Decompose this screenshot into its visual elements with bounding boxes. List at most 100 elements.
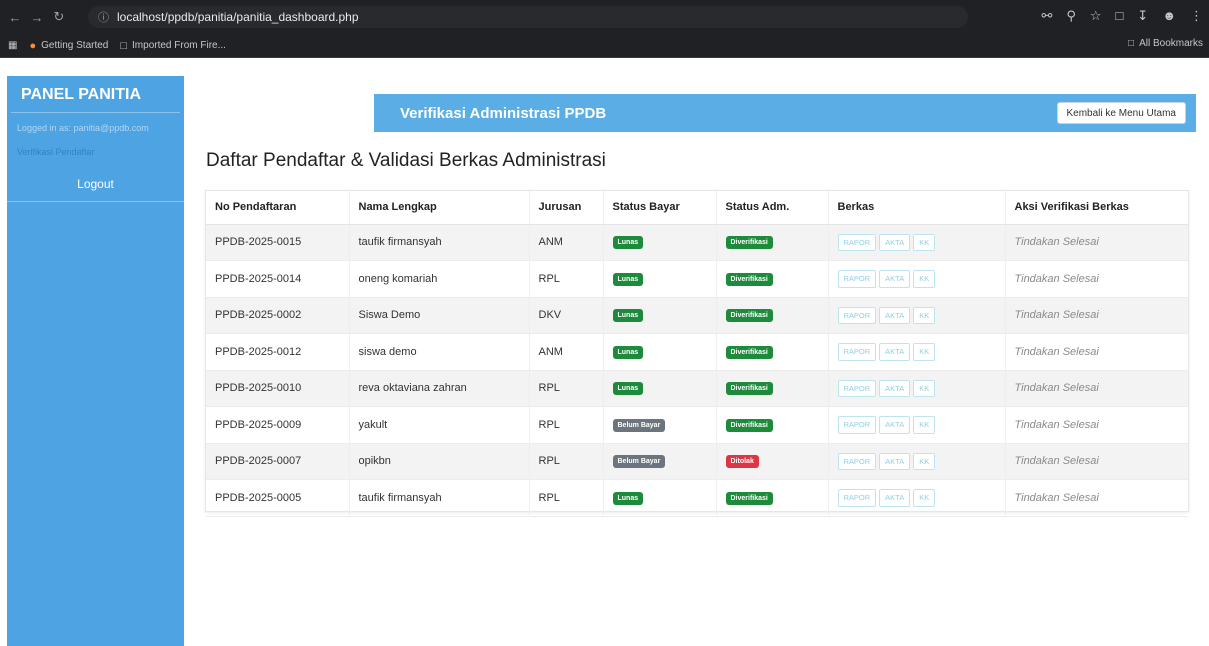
apps-icon[interactable]: ▦ <box>8 40 17 51</box>
akta-button[interactable]: AKTA <box>879 489 911 507</box>
cell-nama: oneng komariah <box>349 260 530 298</box>
akta-button[interactable]: AKTA <box>879 306 911 324</box>
cell-status-adm: Diverifikasi <box>716 370 829 407</box>
browser-toolbar: ← → ↻ ⓘ localhost/ppdb/panitia/panitia_d… <box>0 0 1209 34</box>
cell-aksi: Tindakan Selesai <box>1005 370 1188 407</box>
menu-icon[interactable]: ⋮ <box>1190 8 1203 24</box>
folder-icon: □ <box>120 39 128 52</box>
table-row: PPDB-2025-0005 taufik firmansyah RPL Lunas D… <box>206 479 1188 517</box>
reload-icon[interactable]: ↻ <box>48 9 70 25</box>
page-title: Daftar Pendaftar & Validasi Berkas Admin… <box>206 150 606 171</box>
status-adm-badge: Ditolak <box>725 455 759 469</box>
cell-nama: reva oktaviana zahran <box>349 370 530 407</box>
sidebar-item-verifikasi[interactable]: Verifikasi Pendaftar <box>7 133 184 157</box>
table-row: PPDB-2025-0002 Siswa Demo DKV Lunas Diverifi… <box>206 297 1188 334</box>
back-arrow-icon[interactable]: ← <box>4 10 26 25</box>
site-info-icon[interactable]: ⓘ <box>98 9 109 25</box>
cell-jurusan: RPL <box>529 406 604 444</box>
cell-jurusan: RPL <box>529 370 604 407</box>
kk-button[interactable]: KK <box>913 270 936 288</box>
cell-jurusan: RPL <box>529 260 604 298</box>
bookmark-imported[interactable]: □ Imported From Fire... <box>120 40 226 52</box>
all-bookmarks[interactable]: □ All Bookmarks <box>1128 38 1203 49</box>
action-status-text: Tindakan Selesai <box>1014 491 1099 504</box>
cell-no-pendaftaran: PPDB-2025-0014 <box>206 260 350 298</box>
column-header: Jurusan <box>529 191 604 225</box>
star-icon[interactable]: ☆ <box>1090 8 1102 24</box>
cell-berkas: RAPOR AKTA KK <box>828 260 1006 298</box>
akta-button[interactable]: AKTA <box>879 416 911 434</box>
rapor-button[interactable]: RAPOR <box>837 452 877 470</box>
bookmark-label: Imported From Fire... <box>132 40 226 51</box>
table-row: PPDB-2025-0015 taufik firmansyah ANM Lunas D… <box>206 224 1188 261</box>
cell-berkas: RAPOR AKTA KK <box>828 224 1006 261</box>
cell-jurusan: ANM <box>529 224 604 261</box>
download-icon[interactable]: ↧ <box>1137 8 1148 24</box>
cell-status-bayar: Lunas <box>603 260 717 298</box>
column-header: No Pendaftaran <box>206 191 350 225</box>
akta-button[interactable]: AKTA <box>879 233 911 251</box>
column-header: Berkas <box>828 191 1006 225</box>
kk-button[interactable]: KK <box>913 343 936 361</box>
header-title: Verifikasi Administrasi PPDB <box>400 104 607 122</box>
action-status-text: Tindakan Selesai <box>1014 455 1099 468</box>
status-adm-badge: Diverifikasi <box>725 491 773 505</box>
cell-status-adm: Diverifikasi <box>716 479 829 517</box>
cell-berkas: RAPOR AKTA KK <box>828 333 1006 371</box>
back-to-menu-button[interactable]: Kembali ke Menu Utama <box>1056 102 1186 124</box>
akta-button[interactable]: AKTA <box>879 452 911 470</box>
logout-link[interactable]: Logout <box>7 157 184 202</box>
cell-status-adm: Diverifikasi <box>716 297 829 334</box>
key-icon[interactable]: ⚯ <box>1041 8 1052 24</box>
cell-no-pendaftaran: PPDB-2025-0009 <box>206 406 350 444</box>
status-bayar-badge: Lunas <box>612 491 644 505</box>
cell-aksi: Tindakan Selesai <box>1005 406 1188 444</box>
sidebar-title: PANEL PANITIA <box>11 76 180 113</box>
page-header: Verifikasi Administrasi PPDB Kembali ke … <box>374 94 1196 132</box>
rapor-button[interactable]: RAPOR <box>837 233 877 251</box>
status-bayar-badge: Belum Bayar <box>612 455 666 469</box>
profile-icon[interactable]: ☻ <box>1162 8 1176 24</box>
akta-button[interactable]: AKTA <box>879 270 911 288</box>
url-text: localhost/ppdb/panitia/panitia_dashboard… <box>117 10 359 24</box>
column-header: Status Bayar <box>603 191 717 225</box>
folder-icon: □ <box>1128 38 1135 49</box>
address-bar[interactable]: ⓘ localhost/ppdb/panitia/panitia_dashboa… <box>88 6 968 28</box>
forward-arrow-icon[interactable]: → <box>26 10 48 25</box>
cell-jurusan: RPL <box>529 443 604 480</box>
cell-berkas: RAPOR AKTA KK <box>828 370 1006 407</box>
rapor-button[interactable]: RAPOR <box>837 489 877 507</box>
cell-no-pendaftaran: PPDB-2025-0005 <box>206 479 350 517</box>
cell-aksi: Tindakan Selesai <box>1005 260 1188 298</box>
kk-button[interactable]: KK <box>913 379 936 397</box>
rapor-button[interactable]: RAPOR <box>837 379 877 397</box>
cell-aksi: Tindakan Selesai <box>1005 479 1188 517</box>
cell-no-pendaftaran: PPDB-2025-0012 <box>206 333 350 371</box>
column-header: Nama Lengkap <box>349 191 530 225</box>
bookmark-getting-started[interactable]: ● Getting Started <box>29 40 108 52</box>
cell-status-bayar: Belum Bayar <box>603 443 717 480</box>
extensions-icon[interactable]: □ <box>1116 8 1124 24</box>
akta-button[interactable]: AKTA <box>879 379 911 397</box>
table-header-row: No Pendaftaran Nama Lengkap Jurusan Stat… <box>206 191 1188 225</box>
kk-button[interactable]: KK <box>913 306 936 324</box>
cell-aksi: Tindakan Selesai <box>1005 333 1188 371</box>
cell-nama: opikbn <box>349 443 530 480</box>
cell-status-bayar: Lunas <box>603 370 717 407</box>
kk-button[interactable]: KK <box>913 233 936 251</box>
table-row: PPDB-2025-0014 oneng komariah RPL Lunas Dive… <box>206 260 1188 298</box>
cell-nama: taufik firmansyah <box>349 479 530 517</box>
status-bayar-badge: Lunas <box>612 382 644 396</box>
cell-berkas: RAPOR AKTA KK <box>828 406 1006 444</box>
kk-button[interactable]: KK <box>913 416 936 434</box>
cell-aksi: Tindakan Selesai <box>1005 443 1188 480</box>
rapor-button[interactable]: RAPOR <box>837 343 877 361</box>
kk-button[interactable]: KK <box>913 452 936 470</box>
cell-status-adm: Diverifikasi <box>716 260 829 298</box>
rapor-button[interactable]: RAPOR <box>837 416 877 434</box>
rapor-button[interactable]: RAPOR <box>837 306 877 324</box>
zoom-icon[interactable]: ⚲ <box>1066 8 1076 24</box>
akta-button[interactable]: AKTA <box>879 343 911 361</box>
rapor-button[interactable]: RAPOR <box>837 270 877 288</box>
kk-button[interactable]: KK <box>913 489 936 507</box>
